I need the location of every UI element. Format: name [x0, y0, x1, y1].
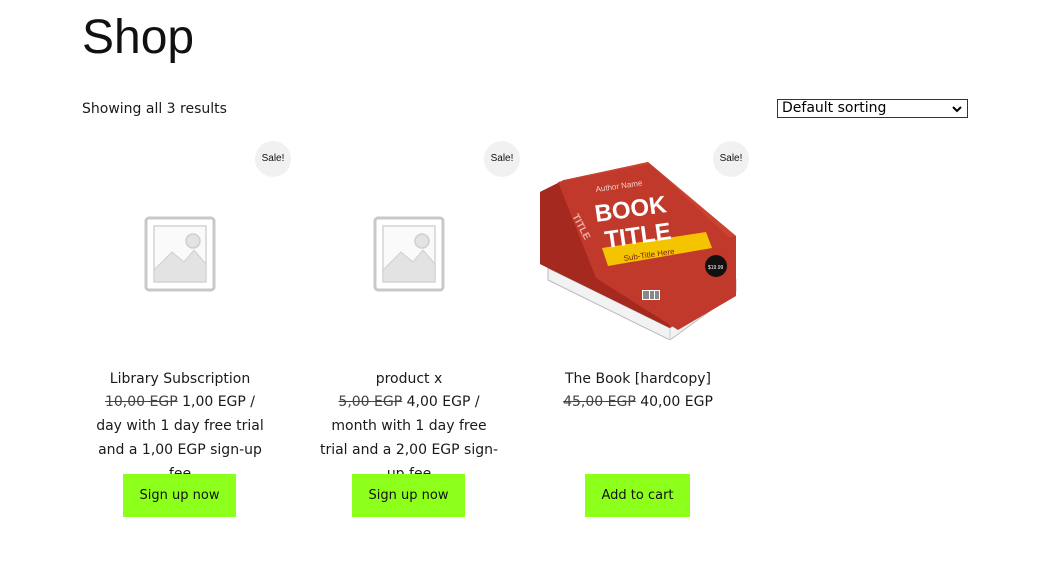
regular-price: 5,00 EGP	[338, 394, 403, 410]
placeholder-image-icon[interactable]	[309, 140, 509, 340]
regular-price: 10,00 EGP	[104, 394, 178, 410]
sort-select-value: Default sorting	[782, 100, 887, 116]
product-price: 45,00 EGP 40,00 EGP	[538, 390, 738, 414]
sale-badge: Sale!	[255, 141, 291, 177]
product-card: Sale! product x 5,00 EGP 4,00 EGP / mont…	[309, 140, 520, 517]
book-price-sticker: $19.99	[708, 265, 724, 271]
page-title: Shop	[82, 11, 195, 64]
sign-up-button[interactable]: Sign up now	[123, 474, 236, 517]
sale-badge: Sale!	[713, 141, 749, 177]
sale-badge: Sale!	[484, 141, 520, 177]
product-name[interactable]: Library Subscription	[80, 368, 280, 390]
sign-up-button[interactable]: Sign up now	[352, 474, 465, 517]
regular-price: 45,00 EGP	[563, 394, 636, 410]
chevron-down-icon	[952, 105, 962, 112]
product-name[interactable]: product x	[309, 368, 509, 390]
result-count: Showing all 3 results	[82, 101, 227, 117]
product-price: 10,00 EGP 1,00 EGP / day with 1 day free…	[80, 390, 280, 486]
product-name[interactable]: The Book [hardcopy]	[538, 368, 738, 390]
add-to-cart-button[interactable]: Add to cart	[585, 474, 690, 517]
sale-price: 40,00 EGP	[640, 394, 713, 410]
placeholder-image-icon[interactable]	[80, 140, 280, 340]
book-cover-image[interactable]: Author Name BOOK TITLE Sub-Title Here TI…	[538, 140, 738, 340]
sale-price: 4,00 EGP	[406, 394, 471, 410]
product-card: Sale! Library Subscription 10,00 EGP 1,0…	[80, 140, 291, 517]
product-price: 5,00 EGP 4,00 EGP / month with 1 day fre…	[309, 390, 509, 486]
sort-select[interactable]: Default sorting	[777, 99, 968, 118]
product-card: Sale! Author Name BOOK TITLE Sub-Title H…	[538, 140, 749, 517]
sale-price: 1,00 EGP	[182, 394, 246, 410]
